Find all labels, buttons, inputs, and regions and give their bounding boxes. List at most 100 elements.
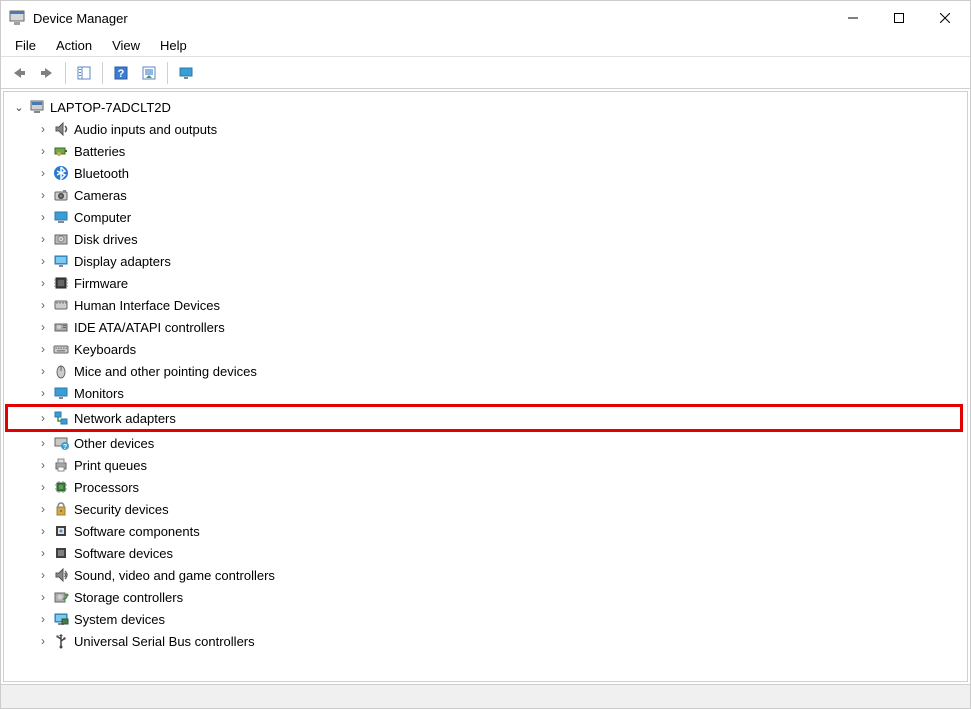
expander-icon[interactable]	[36, 298, 50, 312]
expander-icon[interactable]	[36, 188, 50, 202]
tree-item[interactable]: Software components	[8, 520, 963, 542]
monitor-toolbar-button[interactable]	[173, 60, 199, 86]
tree-item[interactable]: Universal Serial Bus controllers	[8, 630, 963, 652]
tree-item[interactable]: Computer	[8, 206, 963, 228]
printer-icon	[52, 456, 70, 474]
highlighted-item: Network adapters	[5, 404, 963, 432]
expander-icon[interactable]	[36, 524, 50, 538]
tree-item[interactable]: IDE ATA/ATAPI controllers	[8, 316, 963, 338]
close-button[interactable]	[922, 3, 968, 33]
battery-icon	[52, 142, 70, 160]
expander-icon[interactable]	[36, 166, 50, 180]
display-icon	[52, 252, 70, 270]
tree-item[interactable]: Batteries	[8, 140, 963, 162]
expander-icon[interactable]	[36, 480, 50, 494]
tree-item-label: Print queues	[74, 458, 147, 473]
expander-icon[interactable]	[36, 612, 50, 626]
tree-item[interactable]: Software devices	[8, 542, 963, 564]
menu-view[interactable]: View	[104, 36, 148, 55]
window-controls	[830, 3, 968, 33]
tree-item-label: Keyboards	[74, 342, 136, 357]
monitor-icon	[52, 384, 70, 402]
expander-icon[interactable]	[36, 276, 50, 290]
tree-root[interactable]: LAPTOP-7ADCLT2D	[8, 96, 963, 118]
network-icon	[52, 409, 70, 427]
tree-item[interactable]: Network adapters	[8, 407, 960, 429]
tree-item-label: IDE ATA/ATAPI controllers	[74, 320, 225, 335]
tree-item[interactable]: Cameras	[8, 184, 963, 206]
expander-icon[interactable]	[36, 320, 50, 334]
toolbar-separator	[65, 62, 66, 84]
tree-item-label: Security devices	[74, 502, 169, 517]
menu-help[interactable]: Help	[152, 36, 195, 55]
expander-icon[interactable]	[36, 122, 50, 136]
expander-icon[interactable]	[36, 590, 50, 604]
tree-item[interactable]: Human Interface Devices	[8, 294, 963, 316]
maximize-button[interactable]	[876, 3, 922, 33]
expander-icon[interactable]	[36, 634, 50, 648]
tree-item-label: Other devices	[74, 436, 154, 451]
menu-action[interactable]: Action	[48, 36, 100, 55]
tree-item[interactable]: Monitors	[8, 382, 963, 404]
expander-icon[interactable]	[36, 254, 50, 268]
expander-icon[interactable]	[36, 210, 50, 224]
tree-item[interactable]: Display adapters	[8, 250, 963, 272]
expander-icon[interactable]	[36, 342, 50, 356]
tree-item-label: Mice and other pointing devices	[74, 364, 257, 379]
tree-item[interactable]: Storage controllers	[8, 586, 963, 608]
tree-item[interactable]: Audio inputs and outputs	[8, 118, 963, 140]
expander-icon[interactable]	[36, 546, 50, 560]
scan-icon	[141, 65, 157, 81]
show-hide-tree-button[interactable]	[71, 60, 97, 86]
tree-item[interactable]: System devices	[8, 608, 963, 630]
expander-icon[interactable]	[36, 232, 50, 246]
svg-text:?: ?	[63, 444, 67, 451]
minimize-button[interactable]	[830, 3, 876, 33]
toolbar-separator	[167, 62, 168, 84]
firmware-icon	[52, 274, 70, 292]
expander-icon[interactable]	[36, 411, 50, 425]
expander-icon[interactable]	[36, 386, 50, 400]
expander-icon[interactable]	[36, 144, 50, 158]
tree-item[interactable]: ? Other devices	[8, 432, 963, 454]
tree-item[interactable]: Bluetooth	[8, 162, 963, 184]
toolbar-separator	[102, 62, 103, 84]
security-icon	[52, 500, 70, 518]
scan-button[interactable]	[136, 60, 162, 86]
expander-icon[interactable]	[36, 568, 50, 582]
window-title: Device Manager	[33, 11, 830, 26]
help-button[interactable]: ?	[108, 60, 134, 86]
tree-item[interactable]: Processors	[8, 476, 963, 498]
tree-content: LAPTOP-7ADCLT2D Audio inputs and outputs…	[3, 91, 968, 682]
menubar: File Action View Help	[1, 35, 970, 57]
monitor-toolbar-icon	[178, 65, 194, 81]
usb-icon	[52, 632, 70, 650]
mouse-icon	[52, 362, 70, 380]
tree-item[interactable]: Print queues	[8, 454, 963, 476]
softcomp-icon	[52, 522, 70, 540]
tree-item[interactable]: Sound, video and game controllers	[8, 564, 963, 586]
tree-item-label: Sound, video and game controllers	[74, 568, 275, 583]
minimize-icon	[848, 13, 858, 23]
forward-button[interactable]	[34, 60, 60, 86]
tree-item[interactable]: Security devices	[8, 498, 963, 520]
system-icon	[52, 610, 70, 628]
menu-file[interactable]: File	[7, 36, 44, 55]
expander-icon[interactable]	[36, 436, 50, 450]
tree-item-label: Storage controllers	[74, 590, 183, 605]
tree-item[interactable]: Keyboards	[8, 338, 963, 360]
tree-item[interactable]: Mice and other pointing devices	[8, 360, 963, 382]
expander-icon[interactable]	[12, 100, 26, 114]
titlebar: Device Manager	[1, 1, 970, 35]
audio-icon	[52, 120, 70, 138]
tree-item[interactable]: Disk drives	[8, 228, 963, 250]
keyboard-icon	[52, 340, 70, 358]
expander-icon[interactable]	[36, 502, 50, 516]
expander-icon[interactable]	[36, 364, 50, 378]
expander-icon[interactable]	[36, 458, 50, 472]
back-button[interactable]	[6, 60, 32, 86]
close-icon	[940, 13, 950, 23]
app-icon	[9, 10, 25, 26]
tree-icon	[76, 65, 92, 81]
tree-item[interactable]: Firmware	[8, 272, 963, 294]
